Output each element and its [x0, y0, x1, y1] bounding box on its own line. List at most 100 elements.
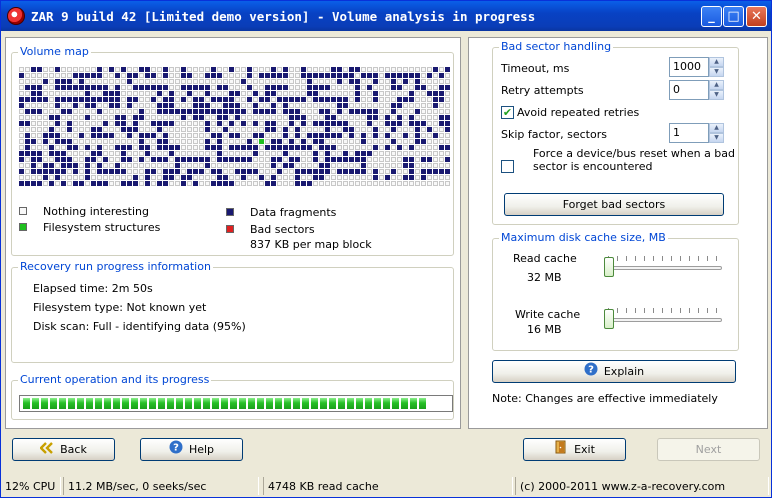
map-block — [331, 139, 336, 144]
map-block — [205, 103, 210, 108]
map-block — [397, 109, 402, 114]
force-reset-checkbox[interactable] — [501, 160, 514, 173]
timeout-spinner[interactable]: ▲ ▼ — [709, 57, 724, 77]
spin-down-icon[interactable]: ▼ — [709, 90, 724, 100]
map-block — [85, 73, 90, 78]
map-block — [187, 175, 192, 180]
read-cache-slider[interactable] — [604, 256, 722, 281]
spin-up-icon[interactable]: ▲ — [709, 80, 724, 90]
map-block — [97, 181, 102, 186]
map-block — [49, 97, 54, 102]
map-block — [163, 163, 168, 168]
back-button[interactable]: Back — [12, 438, 115, 461]
maximize-button[interactable]: □ — [723, 6, 744, 27]
map-block — [61, 79, 66, 84]
map-block — [37, 157, 42, 162]
avoid-retries-checkbox[interactable]: ✔ — [501, 106, 514, 119]
window-title: ZAR 9 build 42 [Limited demo version] - … — [31, 9, 536, 24]
explain-button[interactable]: ? Explain — [492, 360, 736, 383]
map-block — [127, 79, 132, 84]
map-block — [163, 169, 168, 174]
map-block — [355, 97, 360, 102]
map-block — [433, 115, 438, 120]
map-block — [121, 103, 126, 108]
map-block — [199, 127, 204, 132]
map-block — [163, 67, 168, 72]
app-icon[interactable] — [7, 7, 25, 25]
retry-input[interactable]: 0 — [669, 80, 709, 100]
map-block — [91, 157, 96, 162]
map-block — [199, 169, 204, 174]
map-block — [19, 85, 24, 90]
map-block — [421, 97, 426, 102]
skip-factor-input[interactable]: 1 — [669, 123, 709, 143]
map-block — [415, 121, 420, 126]
map-block — [325, 73, 330, 78]
map-block — [241, 67, 246, 72]
map-block — [175, 109, 180, 114]
help-button[interactable]: ? Help — [140, 438, 243, 461]
map-block — [289, 91, 294, 96]
map-block — [121, 121, 126, 126]
map-block — [337, 103, 342, 108]
map-block — [223, 175, 228, 180]
map-block — [205, 79, 210, 84]
next-button[interactable]: Next — [657, 438, 760, 461]
map-block — [97, 163, 102, 168]
progress-block — [59, 398, 66, 409]
map-block — [271, 175, 276, 180]
map-block — [115, 109, 120, 114]
map-block — [193, 181, 198, 186]
map-block — [367, 181, 372, 186]
map-block — [199, 109, 204, 114]
map-block — [403, 181, 408, 186]
map-block — [355, 181, 360, 186]
map-block — [211, 175, 216, 180]
map-block — [331, 79, 336, 84]
map-block — [283, 127, 288, 132]
spin-up-icon[interactable]: ▲ — [709, 57, 724, 67]
map-block — [61, 151, 66, 156]
forget-bad-sectors-button[interactable]: Forget bad sectors — [504, 193, 724, 216]
map-block — [325, 145, 330, 150]
close-button[interactable]: ✕ — [746, 6, 767, 27]
map-block — [421, 157, 426, 162]
map-block — [397, 103, 402, 108]
map-block — [253, 175, 258, 180]
map-block — [373, 91, 378, 96]
map-block — [343, 115, 348, 120]
map-block — [247, 175, 252, 180]
map-block — [355, 163, 360, 168]
map-block — [205, 121, 210, 126]
progress-block — [347, 398, 354, 409]
title-bar[interactable]: ZAR 9 build 42 [Limited demo version] - … — [1, 1, 771, 31]
map-block — [397, 127, 402, 132]
map-block — [19, 151, 24, 156]
map-block — [223, 91, 228, 96]
exit-button[interactable]: Exit — [523, 438, 626, 461]
map-block — [241, 91, 246, 96]
spin-up-icon[interactable]: ▲ — [709, 123, 724, 133]
map-block — [313, 97, 318, 102]
map-block — [97, 67, 102, 72]
map-block — [253, 79, 258, 84]
right-panel: Bad sector handling Timeout, ms 1000 ▲ ▼… — [468, 37, 768, 429]
map-block — [337, 139, 342, 144]
write-cache-thumb[interactable] — [604, 309, 614, 329]
timeout-input[interactable]: 1000 — [669, 57, 709, 77]
recovery-info-legend: Recovery run progress information — [18, 260, 213, 273]
map-block — [259, 151, 264, 156]
map-block — [67, 103, 72, 108]
spin-down-icon[interactable]: ▼ — [709, 67, 724, 77]
write-cache-slider[interactable] — [604, 308, 722, 333]
read-cache-thumb[interactable] — [604, 257, 614, 277]
map-block — [433, 79, 438, 84]
map-block — [85, 157, 90, 162]
spin-down-icon[interactable]: ▼ — [709, 133, 724, 143]
minimize-button[interactable]: _ — [701, 6, 722, 27]
retry-spinner[interactable]: ▲ ▼ — [709, 80, 724, 100]
map-block — [415, 145, 420, 150]
map-block — [379, 121, 384, 126]
skip-factor-spinner[interactable]: ▲ ▼ — [709, 123, 724, 143]
map-block — [259, 139, 264, 144]
